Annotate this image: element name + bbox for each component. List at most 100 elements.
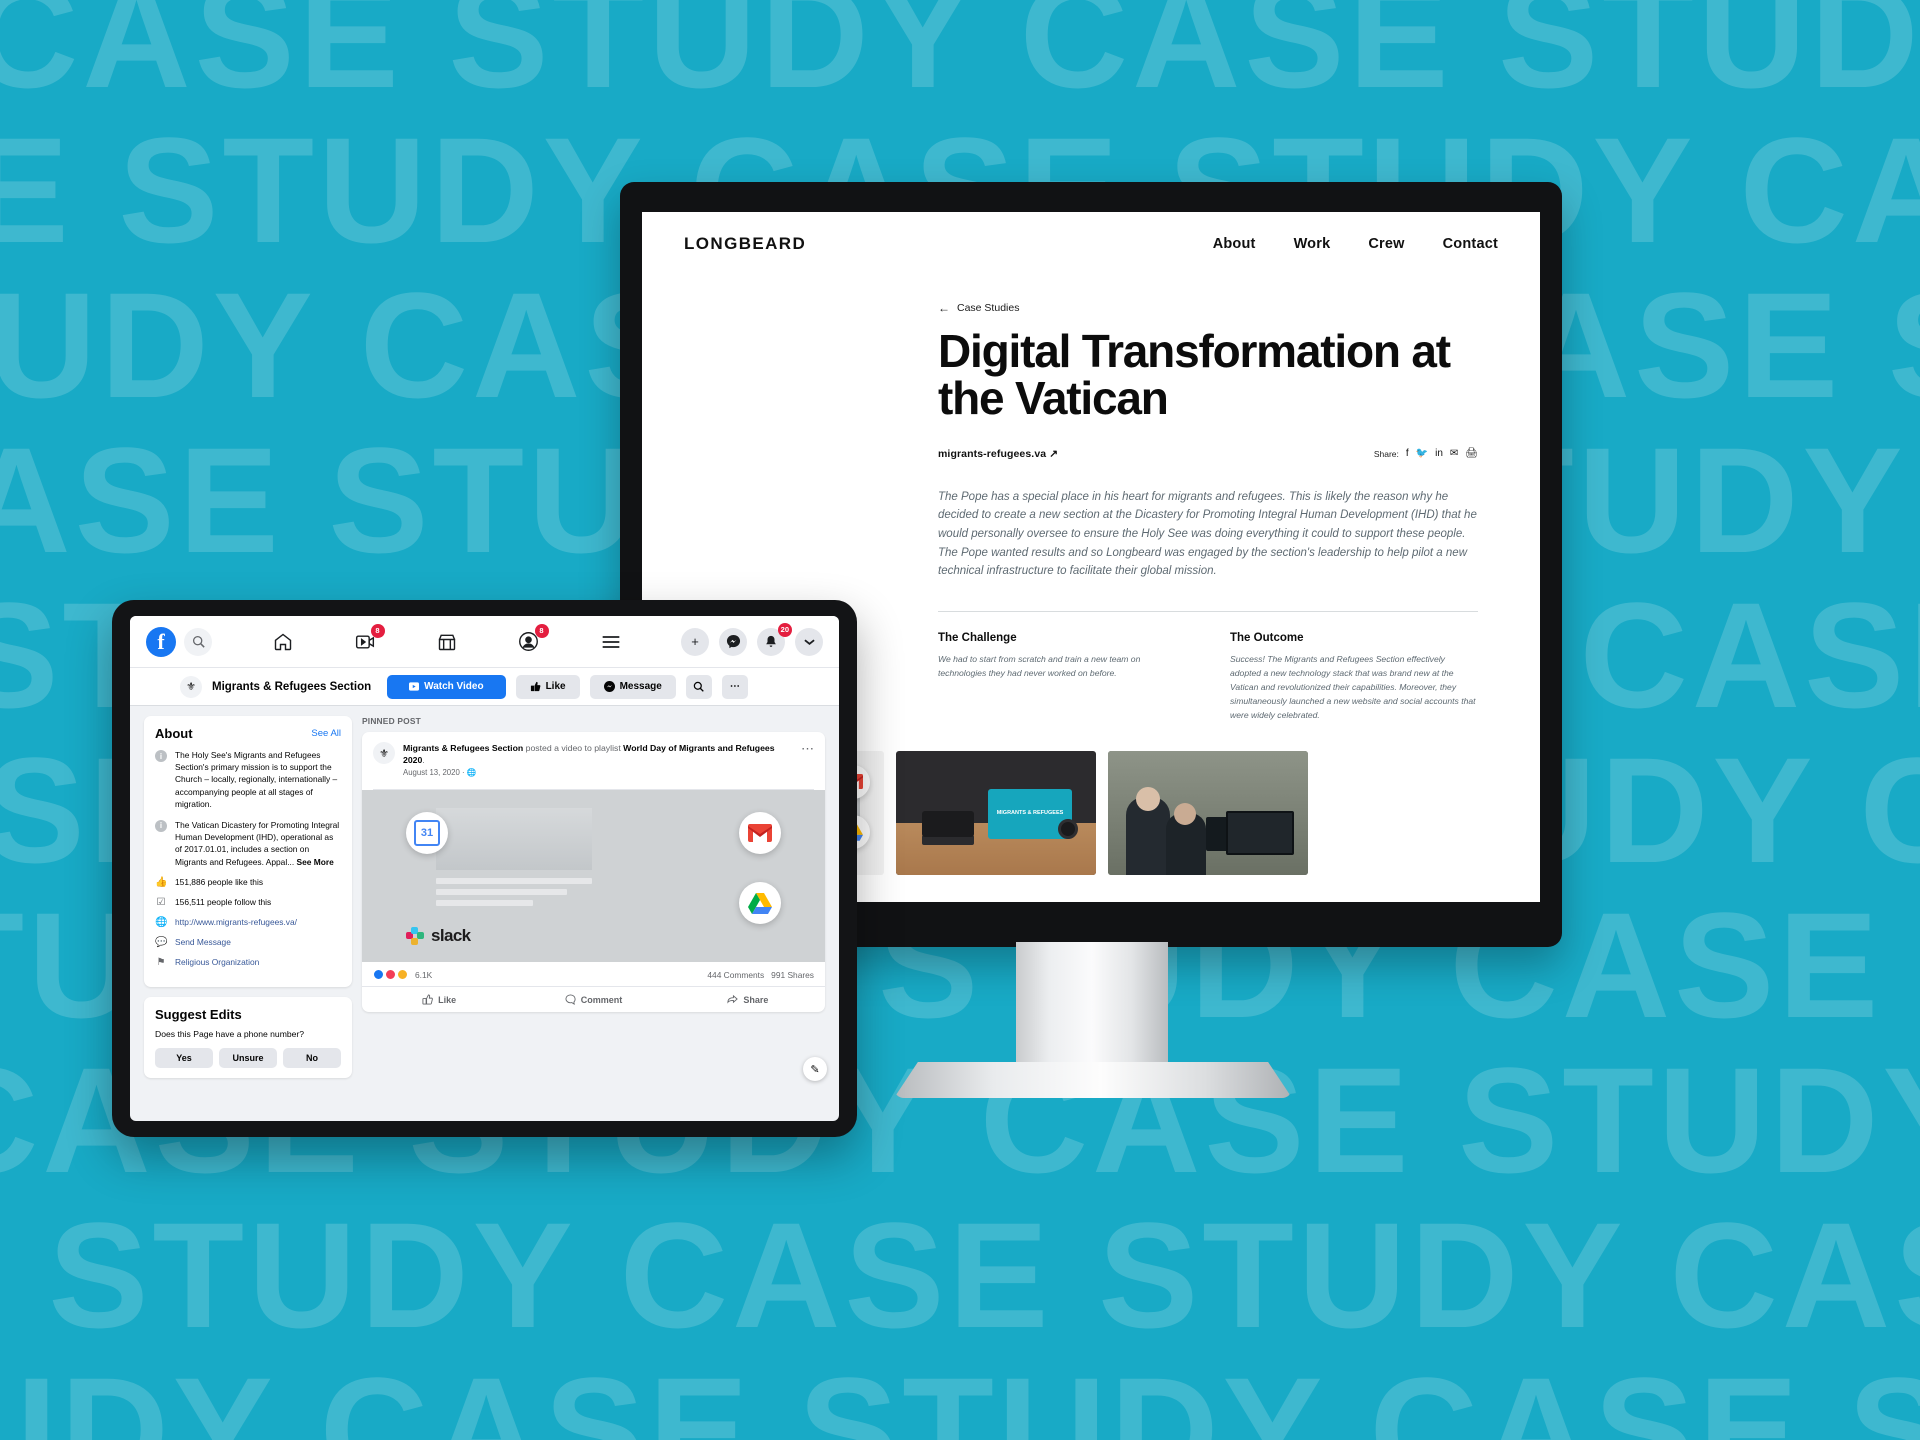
about-stat: 💬 Send Message (155, 937, 341, 949)
notification-badge: 20 (777, 622, 792, 637)
send-message-link[interactable]: Send Message (175, 937, 231, 948)
share-label: Share: (1373, 448, 1399, 459)
facebook-logo-icon[interactable]: f (146, 626, 176, 657)
suggest-yes-button[interactable]: Yes (155, 1047, 213, 1068)
plus-icon[interactable]: + (681, 627, 709, 656)
groups-icon[interactable]: 8 (516, 623, 549, 655)
tablet-screen: f 8 8 + 20 ⚜ Migrants & Refugees Section… (130, 616, 839, 1121)
print-icon[interactable]: 🖨 (1465, 448, 1478, 459)
site-navbar: LONGBEARD About Work Crew Contact (642, 212, 1540, 254)
about-see-all[interactable]: See All (311, 728, 341, 739)
message-label: Message (619, 681, 662, 692)
website-link[interactable]: http://www.migrants-refugees.va/ (175, 917, 297, 928)
info-icon: i (155, 750, 167, 762)
background-text-row: CASE STUDY CASE STUDY CASE STUDY CASE ST… (0, 1191, 1920, 1359)
twitter-icon[interactable]: 🐦 (1416, 448, 1428, 459)
marketplace-icon[interactable] (434, 629, 460, 655)
person-one-head (1136, 786, 1160, 811)
post-share-label: Share (743, 994, 769, 1005)
groups-badge: 8 (534, 623, 549, 638)
chevron-down-icon[interactable] (795, 627, 823, 656)
challenge-outcome: The Challenge We had to start from scrat… (938, 632, 1478, 723)
gallery-image-office[interactable] (1108, 750, 1308, 875)
more-icon[interactable]: ⋯ (721, 674, 748, 699)
messenger-icon: 💬 (155, 936, 168, 948)
page-name: Migrants & Refugees Section (212, 680, 372, 693)
search-icon[interactable] (685, 674, 712, 699)
suggest-no-button[interactable]: No (283, 1047, 341, 1068)
post-period: . (422, 755, 425, 766)
about-title: About (155, 726, 193, 741)
right-column: PINNED POST ⚜ Migrants & Refugees Sectio… (362, 716, 825, 1121)
gallery-image-device[interactable]: MIGRANTS & REFUGEES (896, 750, 1096, 875)
like-button[interactable]: Like (515, 674, 580, 699)
like-label: Like (545, 681, 566, 692)
share-bar: Share: f 🐦 in ✉ 🖨 (1373, 448, 1478, 459)
reaction-summary[interactable]: 6.1K (373, 969, 433, 981)
nav-link-work[interactable]: Work (1294, 236, 1331, 252)
info-icon: i (155, 819, 167, 832)
category-link[interactable]: Religious Organization (175, 957, 259, 968)
suggest-title: Suggest Edits (155, 1006, 242, 1022)
comment-count: 444 Comments (707, 969, 765, 980)
thumbs-up-icon: 👍 (155, 876, 168, 888)
facebook-actions: + 20 (681, 622, 823, 656)
suggest-unsure-button[interactable]: Unsure (219, 1047, 277, 1068)
back-arrow-icon: ← (938, 301, 950, 315)
suggest-question: Does this Page have a phone number? (155, 1028, 305, 1039)
post-like-button[interactable]: Like (362, 987, 516, 1012)
post-avatar[interactable]: ⚜ (373, 742, 395, 764)
edit-icon[interactable]: ✎ (803, 1057, 827, 1081)
post-like-label: Like (438, 994, 457, 1005)
video-icon[interactable]: 8 (352, 623, 385, 655)
message-button[interactable]: Message (589, 674, 676, 699)
menu-icon[interactable] (598, 629, 624, 655)
breadcrumb[interactable]: ← Case Studies (938, 302, 1478, 314)
more-icon[interactable]: ⋯ (801, 742, 814, 777)
about-entry: i The Vatican Dicastery for Promoting In… (155, 819, 341, 868)
post-counts[interactable]: 444 Comments 991 Shares (707, 970, 814, 980)
nav-link-about[interactable]: About (1213, 236, 1256, 252)
facebook-icon[interactable]: f (1406, 448, 1409, 459)
slack-mark-icon (406, 926, 425, 946)
reaction-love-icon (385, 969, 396, 981)
post-headline: Migrants & Refugees Section posted a vid… (403, 742, 793, 766)
post-media[interactable]: 31 slack (362, 790, 825, 963)
messenger-icon[interactable] (719, 627, 747, 656)
about-stat: 👍 151,886 people like this (155, 877, 341, 889)
see-more-link[interactable]: See More (297, 857, 334, 867)
post-share-button[interactable]: Share (671, 987, 825, 1012)
lead-paragraph: The Pope has a special place in his hear… (938, 490, 1477, 578)
site-logo[interactable]: LONGBEARD (684, 234, 806, 254)
facebook-main-nav: 8 8 (212, 623, 681, 655)
outcome-body: Success! The Migrants and Refugees Secti… (1230, 653, 1476, 720)
post-date: August 13, 2020 · 🌐 (403, 768, 477, 778)
person-two-head (1174, 802, 1196, 825)
slack-logo: slack (406, 926, 471, 946)
monitor-primary (1226, 810, 1294, 855)
external-arrow-icon: ↗ (1049, 447, 1059, 460)
email-icon[interactable]: ✉ (1450, 448, 1458, 459)
post-comment-label: Comment (580, 994, 623, 1005)
home-icon[interactable] (270, 629, 296, 655)
share-count: 991 Shares (771, 969, 814, 980)
linkedin-icon[interactable]: in (1435, 448, 1443, 459)
search-icon[interactable] (184, 627, 212, 656)
external-link[interactable]: migrants-refugees.va ↗ (938, 448, 1058, 460)
site-nav-links: About Work Crew Contact (1213, 236, 1498, 252)
post-author[interactable]: Migrants & Refugees Section (403, 743, 523, 753)
likes-count: 151,886 people like this (175, 876, 264, 887)
post-comment-button[interactable]: Comment (516, 987, 670, 1012)
pinned-post-label: PINNED POST (362, 716, 421, 726)
watch-video-label: Watch Video (424, 681, 484, 692)
page-avatar[interactable]: ⚜ (180, 675, 202, 698)
facebook-topbar: f 8 8 + 20 (130, 616, 839, 668)
nav-link-contact[interactable]: Contact (1443, 236, 1498, 252)
google-drive-icon (739, 882, 781, 925)
reaction-count: 6.1K (415, 969, 433, 980)
bell-icon[interactable]: 20 (757, 622, 792, 656)
about-stat: ☑ 156,511 people follow this (155, 897, 341, 909)
page-action-bar: ⚜ Migrants & Refugees Section Watch Vide… (130, 668, 839, 706)
watch-video-button[interactable]: Watch Video (387, 674, 506, 699)
nav-link-crew[interactable]: Crew (1368, 236, 1404, 252)
